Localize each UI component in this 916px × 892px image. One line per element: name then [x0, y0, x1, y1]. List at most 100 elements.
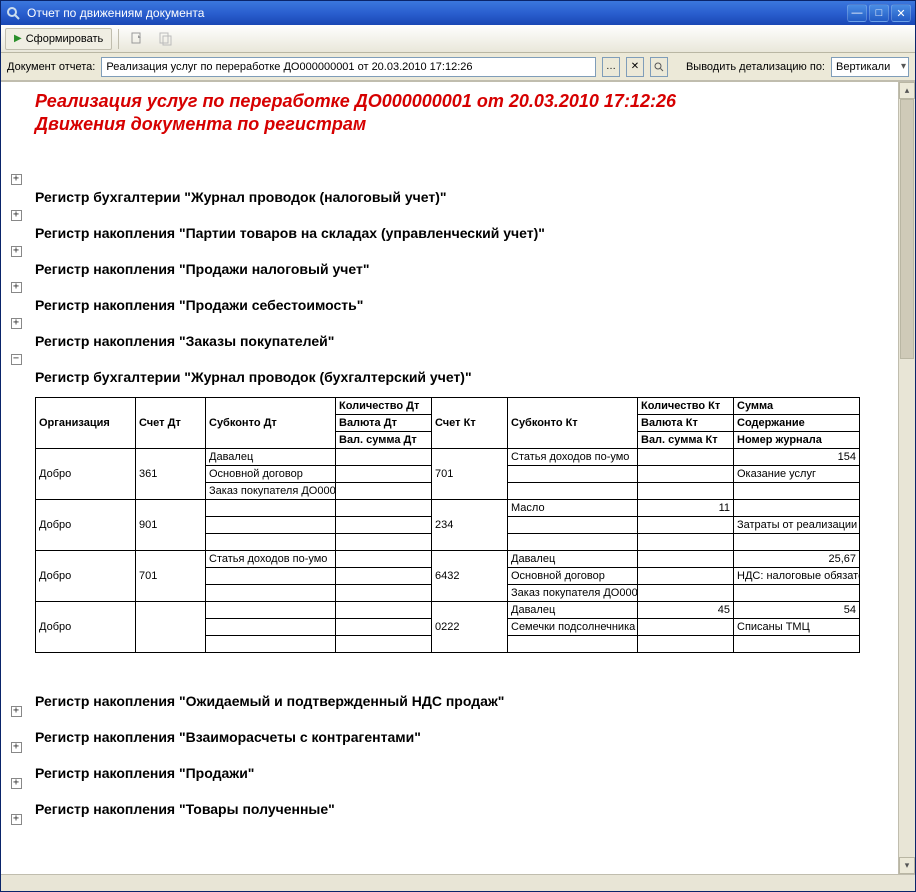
detalization-select[interactable]: Вертикали	[831, 57, 909, 77]
table-cell: Добро	[36, 449, 136, 500]
toolbar-separator	[118, 29, 119, 49]
table-cell	[206, 517, 336, 534]
report-content: Реализация услуг по переработке ДО000000…	[31, 82, 898, 874]
th-qty-kt: Количество Кт	[638, 398, 734, 415]
table-cell	[336, 585, 432, 602]
toolbar-action-1[interactable]	[125, 28, 149, 50]
table-cell	[638, 636, 734, 653]
th-acc-kt: Счет Кт	[432, 398, 508, 449]
table-cell	[734, 483, 860, 500]
table-cell	[508, 517, 638, 534]
play-icon: ▶	[14, 33, 22, 44]
table-cell	[508, 636, 638, 653]
doc-search-button[interactable]	[650, 57, 668, 77]
table-cell: НДС: налоговые обязате	[734, 568, 860, 585]
table-cell	[336, 602, 432, 619]
table-cell: 361	[136, 449, 206, 500]
scroll-up-button[interactable]: ▴	[899, 82, 915, 99]
expand-toggle[interactable]: +	[11, 706, 22, 717]
table-cell	[638, 517, 734, 534]
table-cell: Семечки подсолнечника	[508, 619, 638, 636]
table-cell: Давалец	[508, 551, 638, 568]
table-row: Добро701Статья доходов по-умо6432Давалец…	[36, 551, 860, 568]
scroll-down-button[interactable]: ▾	[899, 857, 915, 874]
table-cell	[336, 449, 432, 466]
section-heading: Регистр бухгалтерии "Журнал проводок (на…	[35, 189, 447, 205]
th-cur-dt: Валюта Дт	[336, 415, 432, 432]
vertical-scrollbar[interactable]: ▴ ▾	[898, 82, 915, 874]
th-sub-kt: Субконто Кт	[508, 398, 638, 449]
table-cell: 154	[734, 449, 860, 466]
table-cell	[638, 568, 734, 585]
table-cell	[336, 483, 432, 500]
table-cell: Основной договор	[508, 568, 638, 585]
table-cell: Масло	[508, 500, 638, 517]
collapse-toggle[interactable]: −	[11, 354, 22, 365]
section-heading: Регистр накопления "Ожидаемый и подтверж…	[35, 693, 504, 709]
table-cell	[206, 568, 336, 585]
table-cell	[206, 500, 336, 517]
doc-clear-button[interactable]: ✕	[626, 57, 644, 77]
expand-toggle[interactable]: +	[11, 742, 22, 753]
expand-toggle[interactable]: +	[11, 282, 22, 293]
section-heading: Регистр накопления "Заказы покупателей"	[35, 333, 334, 349]
table-cell	[336, 466, 432, 483]
table-cell	[336, 636, 432, 653]
report-title-2: Движения документа по регистрам	[35, 113, 888, 136]
expand-toggle[interactable]: +	[11, 174, 22, 185]
filter-bar: Документ отчета: … ✕ Выводить детализаци…	[1, 53, 915, 81]
table-cell	[508, 534, 638, 551]
horizontal-scrollbar[interactable]	[1, 874, 915, 891]
table-cell: 54	[734, 602, 860, 619]
table-cell: Статья доходов по-умо	[206, 551, 336, 568]
app-icon	[5, 5, 21, 21]
th-valsum-kt: Вал. сумма Кт	[638, 432, 734, 449]
th-sum: Сумма	[734, 398, 860, 415]
generate-label: Сформировать	[26, 33, 104, 45]
table-cell	[508, 466, 638, 483]
table-cell	[638, 534, 734, 551]
th-org: Организация	[36, 398, 136, 449]
table-cell: Заказ покупателя ДО000	[206, 483, 336, 500]
minimize-button[interactable]: —	[847, 4, 867, 22]
section-heading: Регистр накопления "Продажи"	[35, 765, 254, 781]
window-title: Отчет по движениям документа	[27, 6, 847, 20]
expand-toggle[interactable]: +	[11, 814, 22, 825]
table-cell: Затраты от реализации у	[734, 517, 860, 534]
table-cell: 234	[432, 500, 508, 551]
table-cell	[206, 619, 336, 636]
toolbar: ▶ Сформировать	[1, 25, 915, 53]
table-cell: Основной договор	[206, 466, 336, 483]
th-cur-kt: Валюта Кт	[638, 415, 734, 432]
expand-toggle[interactable]: +	[11, 318, 22, 329]
table-cell	[336, 568, 432, 585]
th-acc-dt: Счет Дт	[136, 398, 206, 449]
section-heading: Регистр накопления "Партии товаров на ск…	[35, 225, 545, 241]
expand-toggle[interactable]: +	[11, 246, 22, 257]
table-cell: Списаны ТМЦ	[734, 619, 860, 636]
table-cell: 45	[638, 602, 734, 619]
generate-button[interactable]: ▶ Сформировать	[5, 28, 112, 50]
doc-picker-button[interactable]: …	[602, 57, 620, 77]
section-heading: Регистр бухгалтерии "Журнал проводок (бу…	[35, 369, 472, 385]
table-cell: 701	[432, 449, 508, 500]
section-heading: Регистр накопления "Товары полученные"	[35, 801, 335, 817]
section-heading: Регистр накопления "Продажи налоговый уч…	[35, 261, 369, 277]
table-cell	[508, 483, 638, 500]
th-content: Содержание	[734, 415, 860, 432]
table-cell: Заказ покупателя ДО000	[508, 585, 638, 602]
toolbar-action-2[interactable]	[153, 28, 177, 50]
expand-toggle[interactable]: +	[11, 778, 22, 789]
titlebar: Отчет по движениям документа — □ ✕	[1, 1, 915, 25]
document-input[interactable]	[101, 57, 596, 77]
close-button[interactable]: ✕	[891, 4, 911, 22]
table-cell: Статья доходов по-умо	[508, 449, 638, 466]
table-cell: 25,67	[734, 551, 860, 568]
expand-toggle[interactable]: +	[11, 210, 22, 221]
maximize-button[interactable]: □	[869, 4, 889, 22]
table-cell	[336, 619, 432, 636]
table-cell: Оказание услуг	[734, 466, 860, 483]
scroll-thumb[interactable]	[900, 99, 914, 359]
table-cell	[638, 483, 734, 500]
section-heading: Регистр накопления "Взаиморасчеты с конт…	[35, 729, 421, 745]
